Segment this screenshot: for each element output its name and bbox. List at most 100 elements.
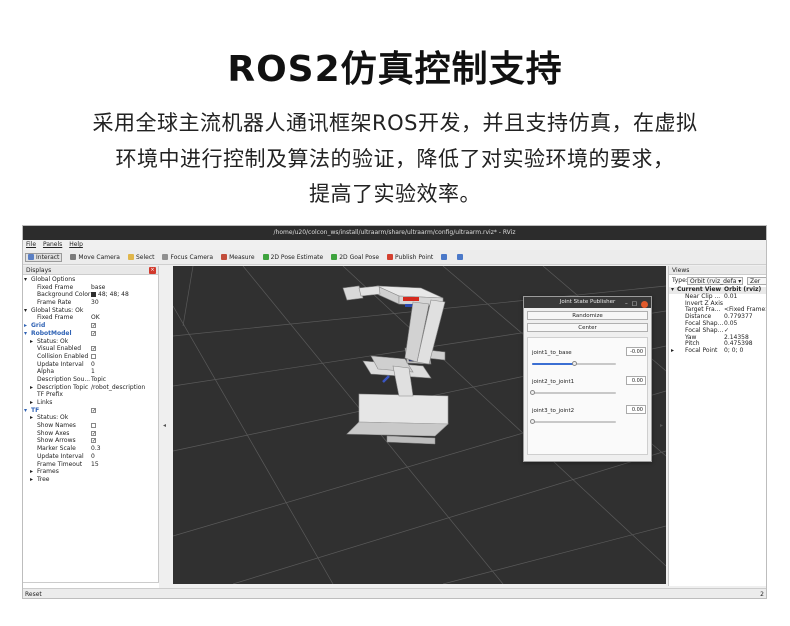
views-title: Views bbox=[672, 267, 690, 274]
display-row-value: 30 bbox=[91, 299, 99, 307]
checkbox[interactable]: ✓ bbox=[91, 438, 96, 444]
display-row[interactable]: ▾ Global Options bbox=[23, 276, 159, 284]
toolbar-tool-7[interactable]: Publish Point bbox=[387, 254, 433, 261]
toolbar-tool-6[interactable]: 2D Goal Pose bbox=[331, 254, 379, 261]
collapsed-arrow-icon[interactable]: ▸ bbox=[30, 399, 33, 407]
checkbox[interactable] bbox=[91, 423, 96, 429]
display-row[interactable]: Marker Scale 0.3 bbox=[23, 445, 159, 453]
joint-slider[interactable] bbox=[530, 390, 616, 395]
menu-panels[interactable]: Panels bbox=[43, 241, 62, 248]
expanded-arrow-icon[interactable]: ▾ bbox=[24, 407, 27, 415]
center-button[interactable]: Center bbox=[527, 323, 648, 332]
view-row[interactable]: Pitch 0.475398 bbox=[669, 341, 766, 348]
collapse-right-icon[interactable]: ▸ bbox=[660, 422, 666, 429]
checkbox[interactable]: ✓ bbox=[91, 330, 96, 336]
display-row[interactable]: ▸ Status: Ok bbox=[23, 414, 159, 422]
display-row[interactable]: Alpha 1 bbox=[23, 368, 159, 376]
menu-help[interactable]: Help bbox=[69, 241, 83, 248]
checkbox[interactable]: ✓ bbox=[91, 407, 96, 413]
display-row[interactable]: ▸ Frames bbox=[23, 468, 159, 476]
joint-slider-handle[interactable] bbox=[572, 361, 577, 366]
collapsed-arrow-icon[interactable]: ▸ bbox=[30, 476, 33, 484]
display-row[interactable]: Collision Enabled bbox=[23, 353, 159, 361]
toolbar-tool-3[interactable]: Focus Camera bbox=[162, 254, 213, 261]
collapsed-arrow-icon[interactable]: ▸ bbox=[24, 322, 27, 330]
display-row[interactable]: ▸ Description Topic/robot_description bbox=[23, 384, 159, 392]
menu-file[interactable]: File bbox=[26, 241, 36, 248]
joint-slider-handle[interactable] bbox=[530, 419, 535, 424]
display-row[interactable]: ▸ Grid ✓ bbox=[23, 322, 159, 330]
joint-value-input[interactable]: 0.00 bbox=[626, 405, 646, 414]
view-type-select[interactable]: Orbit (rviz_defa ▾ bbox=[687, 277, 743, 285]
checkbox[interactable]: ✓ bbox=[91, 430, 96, 436]
display-row-key: Fixed Frame bbox=[37, 314, 74, 322]
display-row[interactable]: Frame Rate 30 bbox=[23, 299, 159, 307]
collapse-left-icon[interactable]: ◂ bbox=[163, 422, 169, 429]
view-row[interactable]: ▸ Focal Point 0; 0; 0 bbox=[669, 347, 766, 355]
display-row[interactable]: Fixed Frame base bbox=[23, 284, 159, 292]
joint-value-input[interactable]: -0.00 bbox=[626, 347, 646, 356]
collapsed-arrow-icon[interactable]: ▸ bbox=[30, 468, 33, 476]
display-row-value-text: 48; 48; 48 bbox=[98, 291, 129, 299]
display-row[interactable]: ▸ Status: Ok bbox=[23, 338, 159, 346]
display-row[interactable]: Visual Enabled ✓ bbox=[23, 345, 159, 353]
display-row[interactable]: Show Arrows ✓ bbox=[23, 437, 159, 445]
toolbar-tool-9[interactable] bbox=[457, 254, 465, 260]
toolbar-tool-1[interactable]: Move Camera bbox=[70, 254, 120, 261]
toolbar-tool-4[interactable]: Measure bbox=[221, 254, 255, 261]
checkbox[interactable]: ✓ bbox=[91, 323, 96, 329]
maximize-icon[interactable]: □ bbox=[632, 299, 637, 310]
display-row[interactable]: Fixed Frame OK bbox=[23, 314, 159, 322]
view-row-key: Focal Point bbox=[685, 347, 718, 355]
expanded-arrow-icon[interactable]: ▾ bbox=[24, 307, 27, 315]
joint-value-input[interactable]: 0.00 bbox=[626, 376, 646, 385]
display-row[interactable]: Frame Timeout 15 bbox=[23, 461, 159, 469]
expanded-arrow-icon[interactable]: ▾ bbox=[24, 330, 27, 338]
checkbox[interactable]: ✓ bbox=[91, 346, 96, 352]
display-row-key: Global Status: Ok bbox=[31, 306, 84, 314]
randomize-button[interactable]: Randomize bbox=[527, 311, 648, 320]
display-row[interactable]: ▾ RobotModel ✓ bbox=[23, 330, 159, 338]
toolbar-tool-2[interactable]: Select bbox=[127, 254, 154, 261]
checkbox[interactable] bbox=[91, 353, 96, 359]
joint-slider[interactable] bbox=[530, 419, 616, 424]
display-row[interactable]: Description Sou... Topic bbox=[23, 376, 159, 384]
display-row[interactable]: Update Interval 0 bbox=[23, 361, 159, 369]
view-row[interactable]: Focal Shap... ✓ bbox=[669, 327, 766, 335]
display-row[interactable]: ▸ Tree bbox=[23, 476, 159, 484]
reset-button[interactable]: Reset bbox=[25, 591, 42, 598]
expanded-arrow-icon[interactable]: ▾ bbox=[24, 276, 27, 284]
display-row[interactable]: Show Axes ✓ bbox=[23, 430, 159, 438]
display-row[interactable]: Update Interval 0 bbox=[23, 453, 159, 461]
zero-button[interactable]: Zer bbox=[747, 277, 766, 285]
color-swatch[interactable] bbox=[91, 292, 96, 298]
display-row-value-text: Topic bbox=[91, 375, 107, 383]
display-row[interactable]: TF Prefix bbox=[23, 391, 159, 399]
toolbar-tool-0[interactable]: Interact bbox=[25, 252, 63, 262]
display-row[interactable]: Background Color 48; 48; 48 bbox=[23, 291, 159, 299]
display-row[interactable]: ▾ TF ✓ bbox=[23, 407, 159, 415]
collapsed-arrow-icon[interactable]: ▸ bbox=[30, 384, 33, 392]
close-icon[interactable]: × bbox=[149, 267, 156, 274]
displays-tree: ▾ Global Options Fixed Frame base Background… bbox=[23, 276, 159, 484]
display-row[interactable]: ▸ Links bbox=[23, 399, 159, 407]
display-row-value-text: base bbox=[91, 283, 106, 291]
collapsed-arrow-icon[interactable]: ▸ bbox=[30, 338, 33, 346]
minimize-icon[interactable]: – bbox=[625, 299, 628, 310]
display-row[interactable]: Show Names bbox=[23, 422, 159, 430]
display-row-value: Topic bbox=[91, 376, 106, 384]
close-icon[interactable] bbox=[641, 301, 648, 308]
joint-slider-handle[interactable] bbox=[530, 390, 535, 395]
collapsed-arrow-icon[interactable]: ▸ bbox=[30, 414, 33, 422]
window-title: /home/u20/colcon_ws/install/ultraarm/sha… bbox=[23, 226, 766, 240]
toolbar-tool-5[interactable]: 2D Pose Estimate bbox=[262, 254, 323, 261]
toolbar-tool-8[interactable] bbox=[441, 254, 449, 260]
joint-slider[interactable] bbox=[532, 361, 616, 366]
expanded-arrow-icon[interactable]: ▾ bbox=[671, 286, 674, 294]
goal-pose-icon bbox=[331, 254, 338, 260]
display-row-key: Update Interval bbox=[37, 360, 84, 368]
collapsed-arrow-icon[interactable]: ▸ bbox=[671, 347, 674, 355]
jsp-title: Joint State Publisher bbox=[559, 299, 616, 305]
display-row[interactable]: ▾ Global Status: Ok bbox=[23, 307, 159, 315]
view-row-value: 0.01 bbox=[724, 292, 738, 300]
